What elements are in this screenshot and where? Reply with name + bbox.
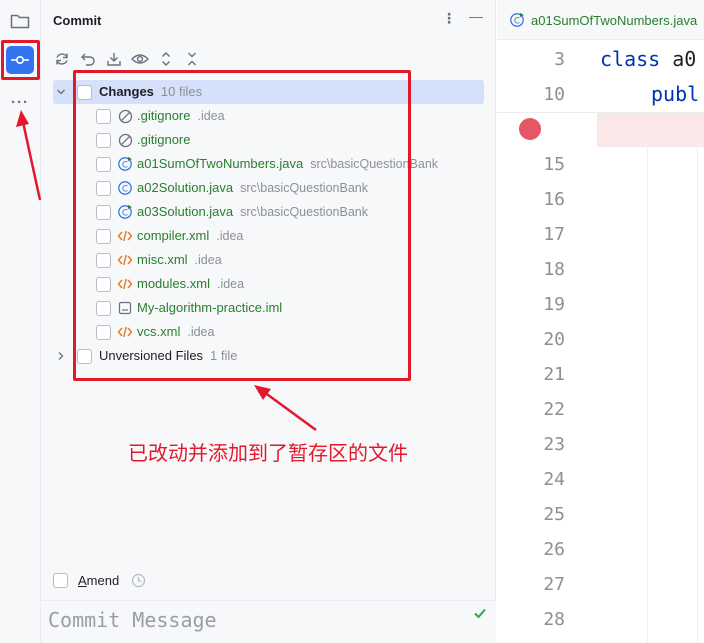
panel-title: Commit <box>53 13 102 28</box>
amend-mnemonic: A <box>78 573 87 588</box>
collapse-all-icon[interactable] <box>183 50 201 68</box>
code-line[interactable]: publ <box>651 82 699 106</box>
sticky-lines-separator <box>497 112 704 113</box>
code-keyword: publ <box>651 82 700 106</box>
line-number: 3 <box>554 49 565 70</box>
editor-tab[interactable]: C a01SumOfTwoNumbers.java <box>509 12 697 28</box>
java-class-main-icon: C <box>510 13 524 27</box>
more-tools-button[interactable]: ··· <box>6 88 34 116</box>
line-number: 15 <box>543 154 565 175</box>
code-keyword: class <box>600 47 661 71</box>
eye-icon[interactable] <box>131 50 149 68</box>
editor-tab-bar: C a01SumOfTwoNumbers.java <box>497 0 704 40</box>
minimize-icon[interactable]: — <box>469 8 483 24</box>
options-menu-icon[interactable]: ⋮ <box>442 10 456 27</box>
highlight-box-commit-button <box>1 40 40 80</box>
refresh-icon[interactable] <box>53 50 71 68</box>
download-icon[interactable] <box>105 50 123 68</box>
commit-message-placeholder: Commit Message <box>48 608 217 632</box>
line-number: 28 <box>543 609 565 630</box>
line-number: 25 <box>543 504 565 525</box>
expand-all-icon[interactable] <box>157 50 175 68</box>
line-number: 27 <box>543 574 565 595</box>
code-editor: C a01SumOfTwoNumbers.java 3 10 15 16 17 … <box>497 0 704 643</box>
indent-guide <box>647 147 648 643</box>
rollback-icon[interactable] <box>79 50 97 68</box>
highlight-box-changes <box>73 70 411 381</box>
line-number: 24 <box>543 469 565 490</box>
indent-guide <box>697 147 698 643</box>
annotation-text: 已改动并添加到了暂存区的文件 <box>128 441 408 465</box>
code-text: a0 <box>660 47 697 71</box>
more-icon: ··· <box>11 93 29 111</box>
chevron-down-icon[interactable] <box>55 86 67 98</box>
line-number: 20 <box>543 329 565 350</box>
line-number: 21 <box>543 364 565 385</box>
line-number: 16 <box>543 189 565 210</box>
line-number: 10 <box>543 84 565 105</box>
tool-window-strip: ··· <box>0 0 41 643</box>
amend-label: Amend <box>78 573 119 588</box>
editor-tab-label: a01SumOfTwoNumbers.java <box>531 12 698 28</box>
line-number: 19 <box>543 294 565 315</box>
chevron-right-icon[interactable] <box>55 350 67 362</box>
line-number: 22 <box>543 399 565 420</box>
clock-icon[interactable] <box>131 573 146 588</box>
amend-option[interactable]: Amend <box>53 573 146 588</box>
folder-icon <box>10 14 30 29</box>
line-number: 23 <box>543 434 565 455</box>
project-tool-button[interactable] <box>6 7 34 35</box>
breakpoint-line-highlight <box>597 113 704 147</box>
code-line[interactable]: class a0 <box>600 47 696 71</box>
line-number: 26 <box>543 539 565 560</box>
line-number: 17 <box>543 224 565 245</box>
svg-text:C: C <box>514 16 520 26</box>
amend-checkbox[interactable] <box>53 573 68 588</box>
commit-message-area[interactable]: Commit Message <box>41 600 496 643</box>
line-number: 18 <box>543 259 565 280</box>
check-icon <box>474 608 486 619</box>
breakpoint-icon[interactable] <box>519 118 541 140</box>
commit-toolbar <box>53 50 201 68</box>
amend-label-rest: mend <box>86 573 120 588</box>
